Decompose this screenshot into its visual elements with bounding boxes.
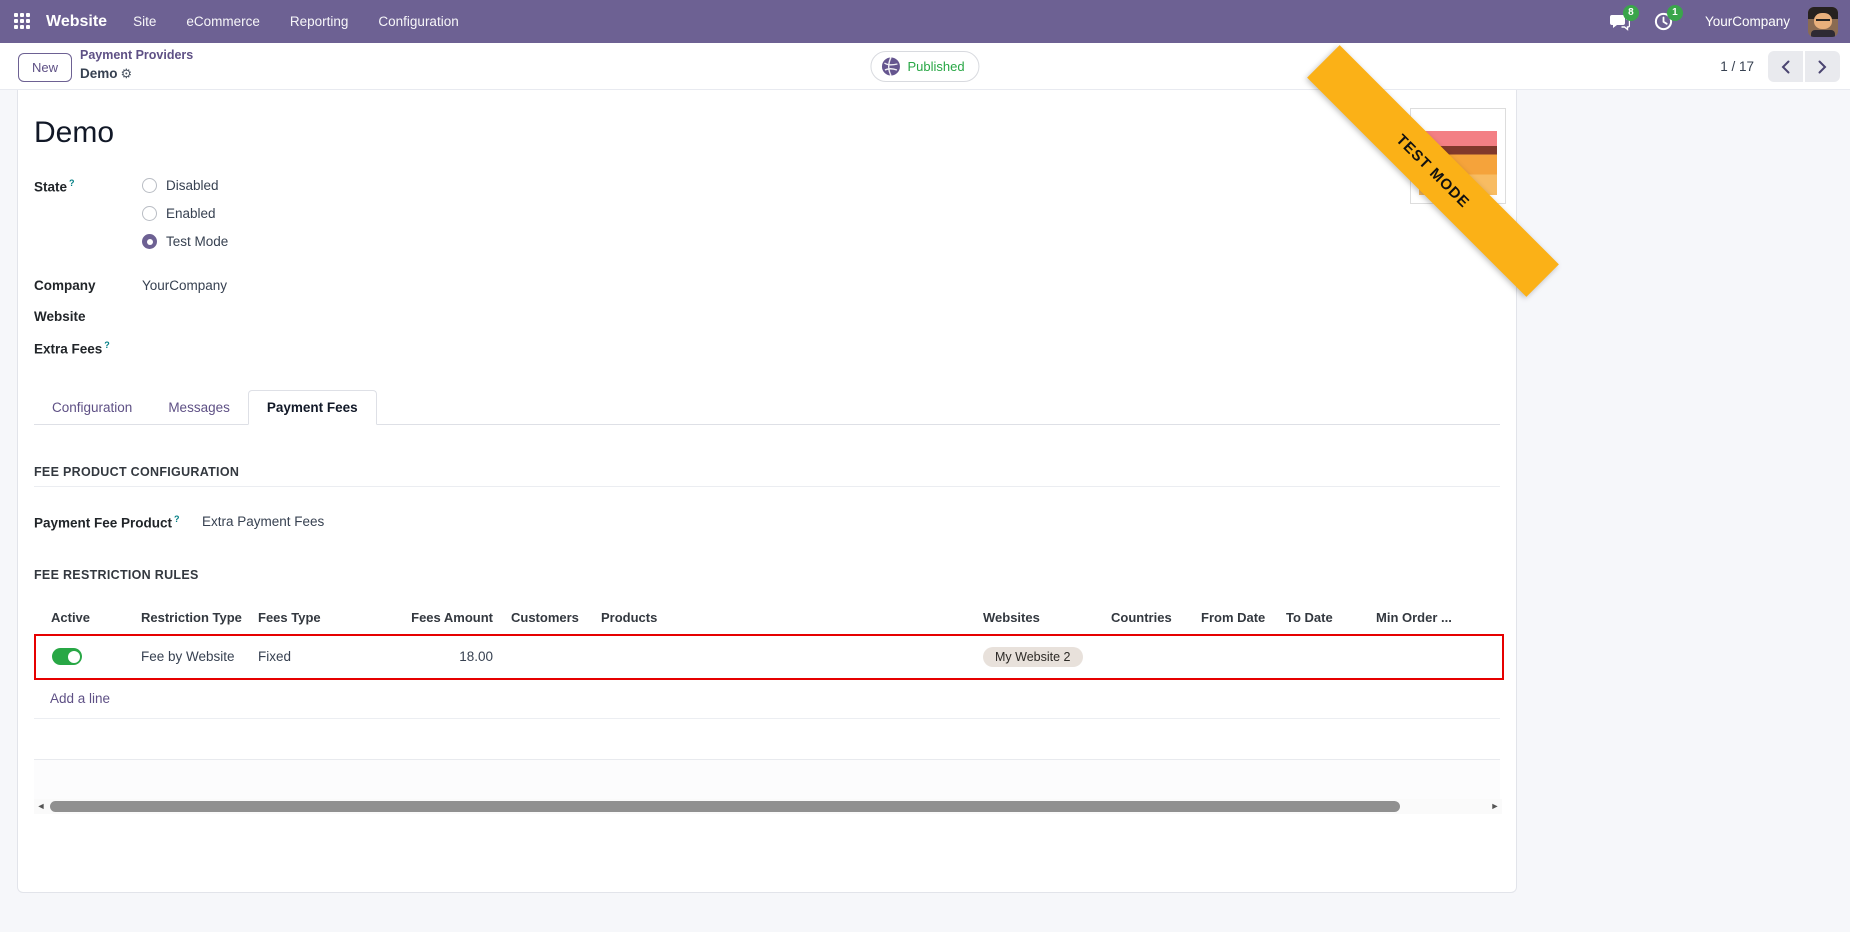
chevron-right-icon (1818, 60, 1827, 73)
cell-websites[interactable]: My Website 2 (975, 633, 1103, 680)
apps-grid-icon[interactable] (14, 12, 32, 31)
breadcrumb-payment-providers[interactable]: Payment Providers (80, 48, 193, 64)
menu-site[interactable]: Site (133, 14, 156, 29)
radio-circle-icon (142, 206, 157, 221)
company-value[interactable]: YourCompany (142, 276, 227, 293)
pager: 1 / 17 (1720, 51, 1840, 82)
record-title[interactable]: Demo (34, 116, 1500, 150)
website-tag[interactable]: My Website 2 (983, 646, 1083, 667)
col-to-date[interactable]: To Date (1278, 600, 1368, 636)
cell-customers[interactable] (503, 633, 593, 680)
website-label: Website (34, 309, 86, 324)
col-min-order[interactable]: Min Order ... (1368, 600, 1503, 636)
table-header-row: Active Restriction Type Fees Type Fees A… (35, 600, 1503, 636)
cell-min-order[interactable] (1368, 633, 1504, 680)
published-label: Published (907, 59, 965, 74)
pager-previous-button[interactable] (1768, 51, 1803, 82)
cell-products[interactable] (593, 633, 975, 680)
tab-messages[interactable]: Messages (150, 391, 248, 424)
menu-configuration[interactable]: Configuration (378, 14, 458, 29)
tab-configuration[interactable]: Configuration (34, 391, 150, 424)
app-name[interactable]: Website (46, 13, 107, 31)
help-icon: ? (104, 340, 110, 350)
col-restriction-type[interactable]: Restriction Type (125, 600, 250, 636)
radio-test-mode[interactable]: Test Mode (142, 234, 228, 249)
breadcrumb-current: Demo (80, 65, 118, 81)
payment-fee-product-label: Payment Fee Product? (34, 513, 180, 531)
fee-rules-table: Active Restriction Type Fees Type Fees A… (34, 600, 1504, 680)
activities-badge: 1 (1666, 4, 1683, 21)
pager-next-button[interactable] (1805, 51, 1840, 82)
scroll-right-icon[interactable]: ► (1488, 799, 1502, 814)
payment-fee-product-value[interactable]: Extra Payment Fees (202, 513, 324, 534)
state-label: State? (34, 178, 75, 195)
fee-rule-row[interactable]: Fee by Website Fixed 18.00 My Website 2 (34, 633, 1504, 680)
field-website: Website (34, 307, 1500, 324)
chevron-left-icon (1781, 60, 1790, 73)
extra-fees-label: Extra Fees? (34, 340, 110, 357)
horizontal-scrollbar[interactable]: ◄ ► (34, 798, 1502, 814)
fee-rules-section-title: FEE RESTRICTION RULES (34, 567, 199, 582)
cell-fees-type[interactable]: Fixed (250, 633, 370, 680)
tab-payment-fees[interactable]: Payment Fees (247, 389, 377, 425)
help-icon: ? (69, 178, 75, 188)
radio-disabled[interactable]: Disabled (142, 178, 228, 193)
fee-product-section-title: FEE PRODUCT CONFIGURATION (34, 465, 1500, 487)
breadcrumb: Payment Providers Demo ⚙ (80, 48, 193, 84)
cell-countries[interactable] (1103, 633, 1193, 680)
notebook-tabs: Configuration Messages Payment Fees (34, 387, 1500, 425)
activities-button[interactable]: 1 (1647, 4, 1683, 37)
globe-icon (881, 57, 900, 76)
messages-button[interactable]: 8 (1603, 4, 1639, 37)
help-icon: ? (174, 513, 180, 524)
fee-rules-section: FEE RESTRICTION RULES Active Restriction… (34, 567, 1504, 719)
top-navbar: Website Site eCommerce Reporting Configu… (0, 0, 1850, 43)
radio-enabled[interactable]: Enabled (142, 206, 228, 221)
provider-logo (1410, 108, 1506, 204)
col-from-date[interactable]: From Date (1193, 600, 1278, 636)
col-fees-amount[interactable]: Fees Amount (370, 600, 503, 636)
pager-count: 1 / 17 (1720, 59, 1754, 74)
scroll-left-icon[interactable]: ◄ (34, 799, 48, 814)
cell-restriction-type[interactable]: Fee by Website (125, 633, 250, 680)
control-panel: New Payment Providers Demo ⚙ Published 1 … (0, 43, 1850, 90)
active-toggle[interactable] (52, 648, 82, 666)
col-products[interactable]: Products (593, 600, 975, 636)
user-avatar[interactable] (1808, 6, 1838, 37)
gear-icon[interactable]: ⚙ (121, 66, 133, 81)
col-countries[interactable]: Countries (1103, 600, 1193, 636)
col-websites[interactable]: Websites (975, 600, 1103, 636)
scrollbar-thumb[interactable] (50, 800, 1400, 812)
company-label: Company (34, 278, 96, 293)
field-company: Company YourCompany (34, 276, 1500, 293)
form-sheet: TEST MODE Demo State? Disabled Enabled T… (17, 45, 1559, 893)
cell-from-date[interactable] (1193, 633, 1278, 680)
cell-fees-amount[interactable]: 18.00 (370, 633, 503, 680)
new-button[interactable]: New (18, 53, 73, 82)
col-active[interactable]: Active (35, 600, 125, 636)
messages-badge: 8 (1622, 4, 1639, 21)
published-toggle[interactable]: Published (870, 51, 980, 82)
cell-to-date[interactable] (1278, 633, 1368, 680)
col-customers[interactable]: Customers (503, 600, 593, 636)
field-extra-fees: Extra Fees? (34, 338, 1500, 357)
field-state: State? Disabled Enabled Test Mode (34, 176, 1500, 262)
company-switcher[interactable]: YourCompany (1705, 14, 1790, 29)
table-footer-strip (34, 758, 1500, 799)
col-fees-type[interactable]: Fees Type (250, 600, 370, 636)
add-a-line-link[interactable]: Add a line (50, 691, 110, 706)
radio-circle-icon (142, 178, 157, 193)
add-line-row: Add a line (34, 680, 1500, 719)
radio-selected-icon (142, 234, 157, 249)
menu-reporting[interactable]: Reporting (290, 14, 349, 29)
fee-product-section: FEE PRODUCT CONFIGURATION Payment Fee Pr… (34, 465, 1500, 534)
menu-ecommerce[interactable]: eCommerce (186, 14, 260, 29)
